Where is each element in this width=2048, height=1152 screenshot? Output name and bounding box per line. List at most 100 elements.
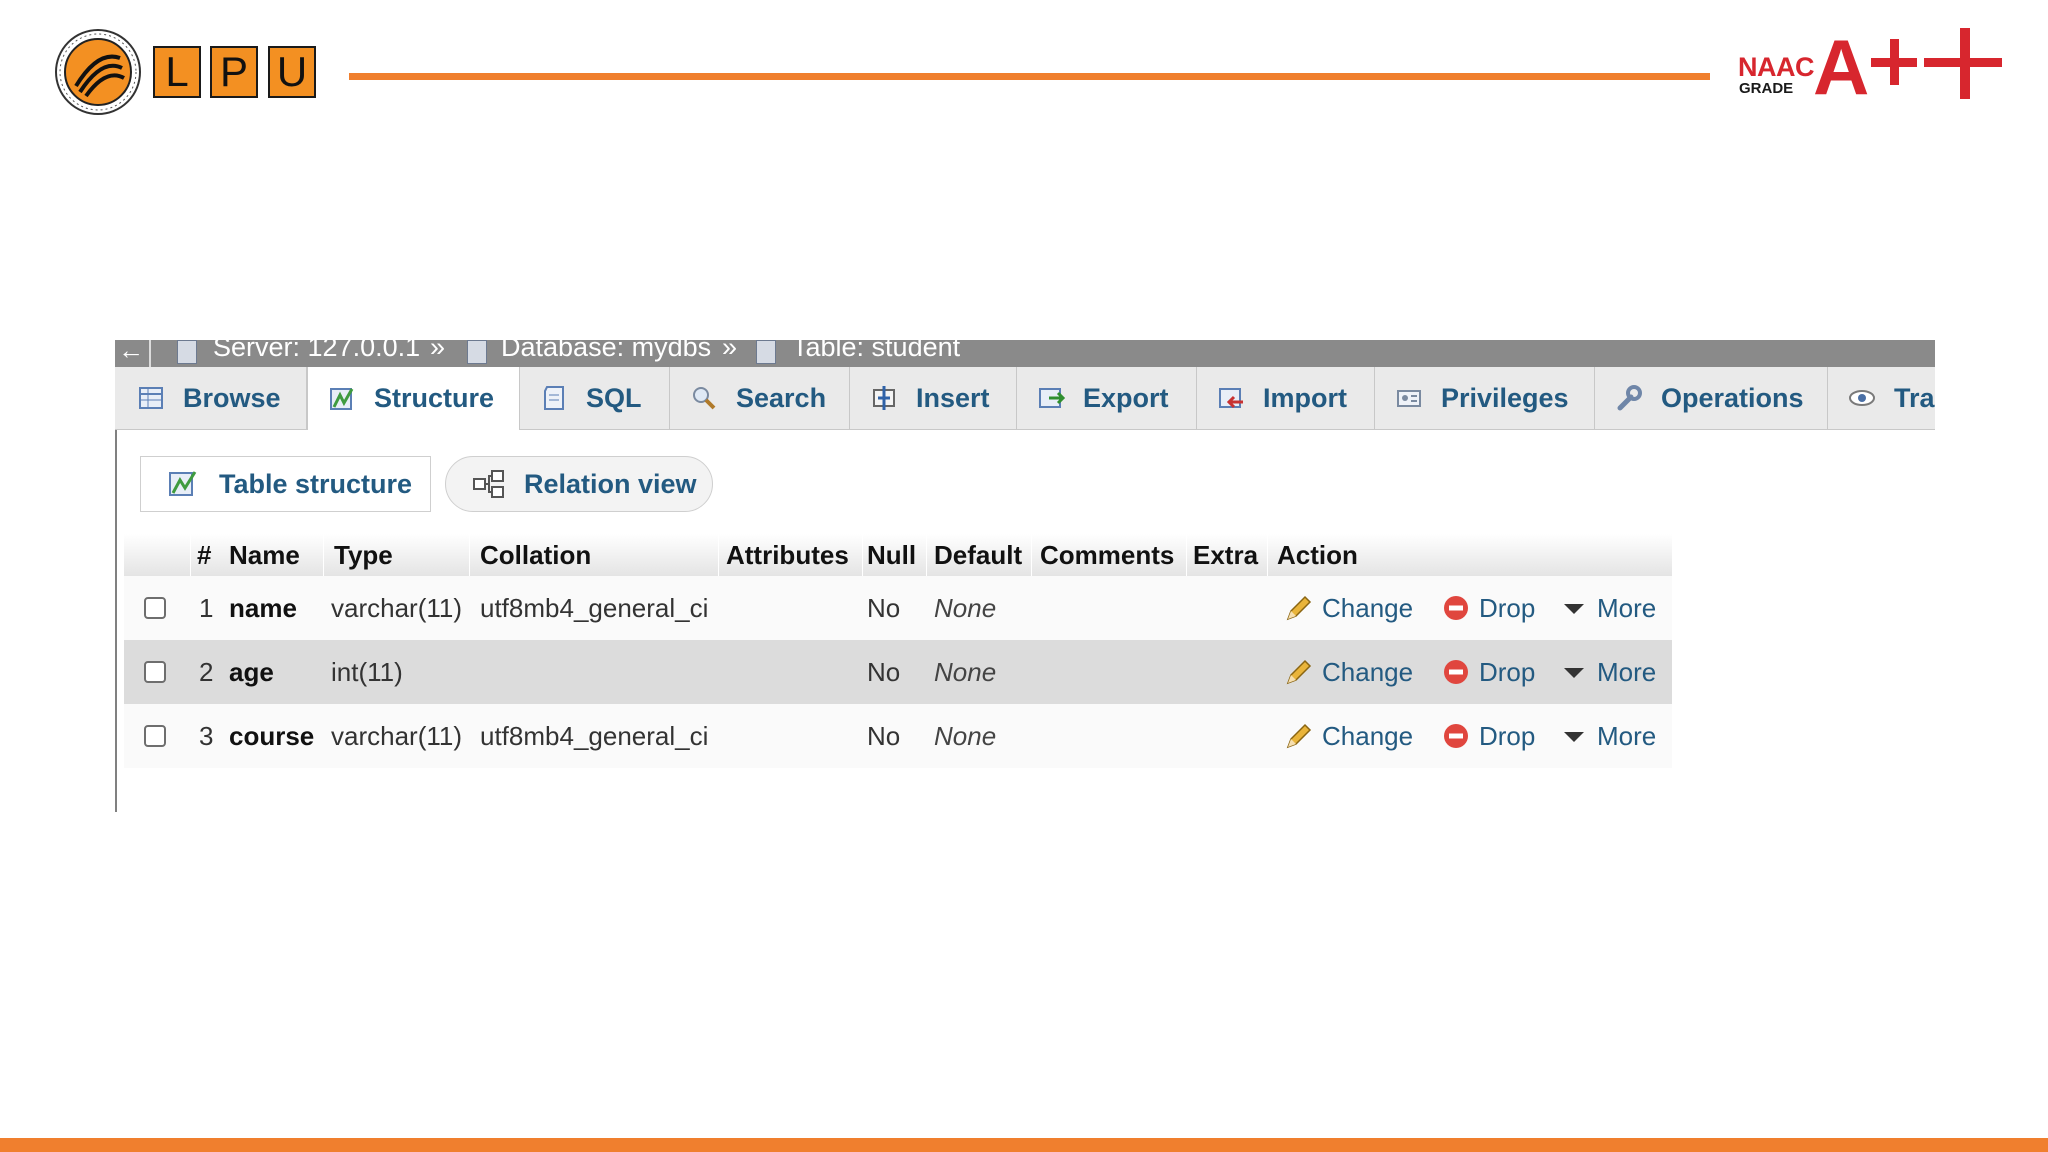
divider: [1267, 534, 1268, 576]
row-number: 3: [199, 721, 214, 751]
breadcrumb-database[interactable]: Database: mydbs: [501, 340, 711, 365]
structure-icon: [169, 471, 197, 496]
tab-structure[interactable]: Structure: [307, 367, 520, 430]
change-label: Change: [1322, 592, 1414, 623]
column-header-type: Type: [334, 540, 393, 570]
chevron-down-icon: [1564, 604, 1584, 614]
column-header-attributes: Attributes: [726, 540, 849, 570]
column-name: age: [229, 657, 274, 687]
logo-letter-u: U: [268, 46, 316, 98]
more-label: More: [1597, 592, 1657, 623]
column-type: varchar(11): [331, 593, 463, 623]
relation-view-label: Relation view: [524, 468, 697, 499]
structure-icon: [330, 387, 354, 410]
divider: [718, 534, 719, 576]
row-number: 1: [199, 593, 214, 623]
column-null: No: [867, 593, 901, 623]
column-collation: utf8mb4_general_ci: [480, 721, 709, 751]
logo-letter-l: L: [153, 46, 201, 98]
change-link[interactable]: Change: [1284, 576, 1413, 640]
column-type: varchar(11): [331, 721, 463, 751]
phpmyadmin-screenshot: ← Server: 127.0.0.1 » Database: mydbs » …: [115, 340, 1935, 812]
more-dropdown[interactable]: More: [1559, 704, 1656, 768]
privileges-icon: [1397, 390, 1421, 407]
column-type: int(11): [331, 657, 403, 687]
tab-label: Insert: [916, 382, 990, 413]
pencil-icon: [1286, 659, 1312, 685]
tab-label: Export: [1083, 382, 1169, 413]
database-icon: [467, 340, 487, 364]
column-header-name[interactable]: Name: [229, 534, 300, 576]
eye-icon: [1849, 390, 1875, 406]
tab-bar: Browse Structure SQL Search Insert Expor…: [115, 367, 1935, 430]
divider: [323, 534, 324, 576]
tab-import[interactable]: Import: [1197, 367, 1375, 429]
drop-icon: [1444, 724, 1468, 748]
change-label: Change: [1322, 656, 1414, 687]
column-default: None: [934, 721, 997, 751]
change-link[interactable]: Change: [1284, 704, 1413, 768]
divider: [1031, 534, 1032, 576]
table-header: # Name Type Collation Attributes Null De…: [124, 534, 1672, 576]
chevron-down-icon: [1564, 668, 1584, 678]
tab-operations[interactable]: Operations: [1595, 367, 1828, 429]
column-header-default: Default: [934, 540, 1023, 570]
breadcrumb-separator: »: [722, 340, 738, 362]
breadcrumb-table[interactable]: Table: student: [792, 340, 960, 365]
relation-view-button[interactable]: Relation view: [445, 456, 713, 512]
naac-badge: NAAC GRADE A: [1738, 28, 2003, 106]
tab-browse[interactable]: Browse: [117, 367, 307, 429]
column-null: No: [867, 657, 901, 687]
breadcrumb-server[interactable]: Server: 127.0.0.1: [213, 340, 420, 365]
grade-letter: A: [1813, 23, 1870, 111]
column-collation: utf8mb4_general_ci: [480, 593, 709, 623]
tab-sql[interactable]: SQL: [520, 367, 670, 429]
more-dropdown[interactable]: More: [1559, 576, 1656, 640]
drop-link[interactable]: Drop: [1441, 704, 1535, 768]
tab-privileges[interactable]: Privileges: [1375, 367, 1595, 429]
table-row: 1 name varchar(11) utf8mb4_general_ci No…: [124, 576, 1672, 640]
logo-letter-p: P: [210, 46, 258, 98]
row-checkbox[interactable]: [144, 725, 166, 747]
tab-insert[interactable]: Insert: [850, 367, 1017, 429]
column-header-null: Null: [867, 540, 917, 570]
tab-tracking[interactable]: Tra: [1828, 367, 1935, 429]
column-header-extra: Extra: [1193, 540, 1259, 570]
more-label: More: [1597, 656, 1657, 687]
table-structure-button[interactable]: Table structure: [140, 456, 431, 512]
plus-sign-1-v: [1890, 39, 1899, 85]
frame-border: [115, 367, 117, 812]
breadcrumb-separator: »: [430, 340, 446, 362]
table-row: 3 course varchar(11) utf8mb4_general_ci …: [124, 704, 1672, 768]
back-arrow-icon[interactable]: ←: [118, 340, 144, 363]
divider: [149, 340, 151, 367]
change-link[interactable]: Change: [1284, 640, 1413, 704]
row-checkbox[interactable]: [144, 597, 166, 619]
chevron-down-icon: [1564, 732, 1584, 742]
tab-search[interactable]: Search: [670, 367, 850, 429]
browse-icon: [139, 387, 163, 409]
drop-link[interactable]: Drop: [1441, 640, 1535, 704]
tab-label: Structure: [374, 383, 495, 413]
drop-label: Drop: [1479, 592, 1536, 623]
column-header-number: #: [197, 540, 212, 570]
footer-divider: [0, 1138, 2048, 1152]
divider: [926, 534, 927, 576]
column-default: None: [934, 593, 997, 623]
drop-link[interactable]: Drop: [1441, 576, 1535, 640]
lpu-seal-logo: [55, 29, 141, 115]
tab-label: Operations: [1661, 382, 1804, 413]
more-dropdown[interactable]: More: [1559, 640, 1656, 704]
server-icon: [177, 340, 197, 364]
search-icon: [693, 387, 716, 410]
tab-label: Tra: [1894, 382, 1935, 413]
change-label: Change: [1322, 720, 1414, 751]
tab-export[interactable]: Export: [1017, 367, 1197, 429]
divider: [190, 534, 191, 576]
row-checkbox[interactable]: [144, 661, 166, 683]
insert-icon: [873, 386, 895, 410]
column-header-comments: Comments: [1040, 540, 1175, 570]
sql-icon: [544, 386, 564, 410]
tab-label: Search: [736, 382, 827, 413]
import-icon: [1219, 388, 1243, 409]
